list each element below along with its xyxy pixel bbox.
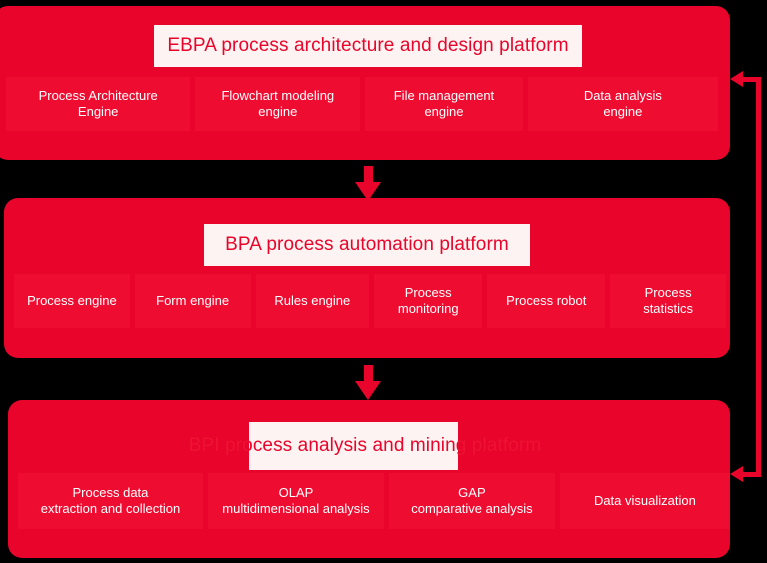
layer-band-ebpa: EBPA process architecture and design pla… bbox=[0, 6, 730, 160]
subitem-process-robot[interactable]: Process robot bbox=[487, 274, 606, 328]
subitem-row-ebpa: Process Architecture Engine Flowchart mo… bbox=[6, 77, 718, 131]
subitem-process-engine[interactable]: Process engine bbox=[14, 274, 130, 328]
layer-title-plate-ebpa: EBPA process architecture and design pla… bbox=[154, 25, 582, 67]
feedback-arrow-left-icon-bottom bbox=[730, 466, 743, 482]
subitem-flowchart-modeling-engine[interactable]: Flowchart modeling engine bbox=[195, 77, 361, 131]
subitem-file-management-engine[interactable]: File management engine bbox=[365, 77, 523, 131]
layer-title-bpa: BPA process automation platform bbox=[225, 234, 509, 255]
layer-band-bpa: BPA process automation platform Process … bbox=[4, 198, 730, 358]
layer-title-ebpa: EBPA process architecture and design pla… bbox=[167, 35, 569, 56]
subitem-process-monitoring[interactable]: Process monitoring bbox=[374, 274, 483, 328]
layer-title-plate-bpa: BPA process automation platform bbox=[204, 224, 530, 266]
down-arrow-icon-2 bbox=[353, 365, 383, 400]
feedback-vertical-line bbox=[756, 77, 761, 477]
arrow-head bbox=[355, 381, 381, 400]
down-arrow-icon-1 bbox=[353, 166, 383, 201]
subitem-rules-engine[interactable]: Rules engine bbox=[255, 274, 370, 328]
subitem-form-engine[interactable]: Form engine bbox=[134, 274, 251, 328]
feedback-connector bbox=[700, 60, 767, 490]
subitem-data-analysis-engine[interactable]: Data analysis engine bbox=[527, 77, 718, 131]
subitem-olap-multidimensional-analysis[interactable]: OLAP multidimensional analysis bbox=[207, 473, 385, 529]
subitem-row-bpa: Process engine Form engine Rules engine … bbox=[14, 274, 726, 328]
subitem-process-architecture-engine[interactable]: Process Architecture Engine bbox=[6, 77, 191, 131]
subitem-row-bpi: Process data extraction and collection O… bbox=[18, 473, 730, 529]
architecture-diagram: EBPA process architecture and design pla… bbox=[0, 0, 767, 563]
feedback-horizontal-line-top bbox=[742, 77, 761, 82]
subitem-process-data-extraction-and-collection[interactable]: Process data extraction and collection bbox=[18, 473, 203, 529]
feedback-horizontal-line-bottom bbox=[742, 472, 761, 477]
subitem-gap-comparative-analysis[interactable]: GAP comparative analysis bbox=[389, 473, 555, 529]
feedback-arrow-left-icon-top bbox=[730, 71, 743, 87]
layer-band-bpi: Process data extraction and collection O… bbox=[8, 400, 730, 558]
